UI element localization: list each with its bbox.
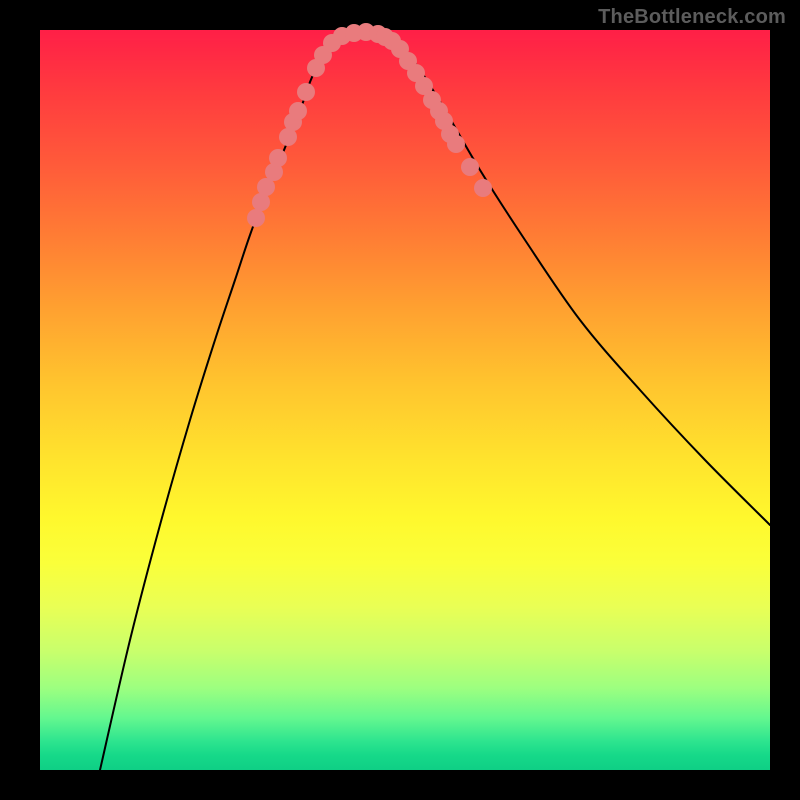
- marker-dot: [461, 158, 479, 176]
- chart-frame: TheBottleneck.com: [0, 0, 800, 800]
- marker-dot: [269, 149, 287, 167]
- marker-dot: [447, 135, 465, 153]
- curve-layer: [40, 30, 770, 770]
- watermark-text: TheBottleneck.com: [598, 6, 786, 29]
- marker-dot: [289, 102, 307, 120]
- marker-group: [247, 23, 492, 227]
- bottleneck-curve: [100, 32, 770, 770]
- marker-dot: [247, 209, 265, 227]
- marker-dot: [297, 83, 315, 101]
- plot-area: [40, 30, 770, 770]
- marker-dot: [474, 179, 492, 197]
